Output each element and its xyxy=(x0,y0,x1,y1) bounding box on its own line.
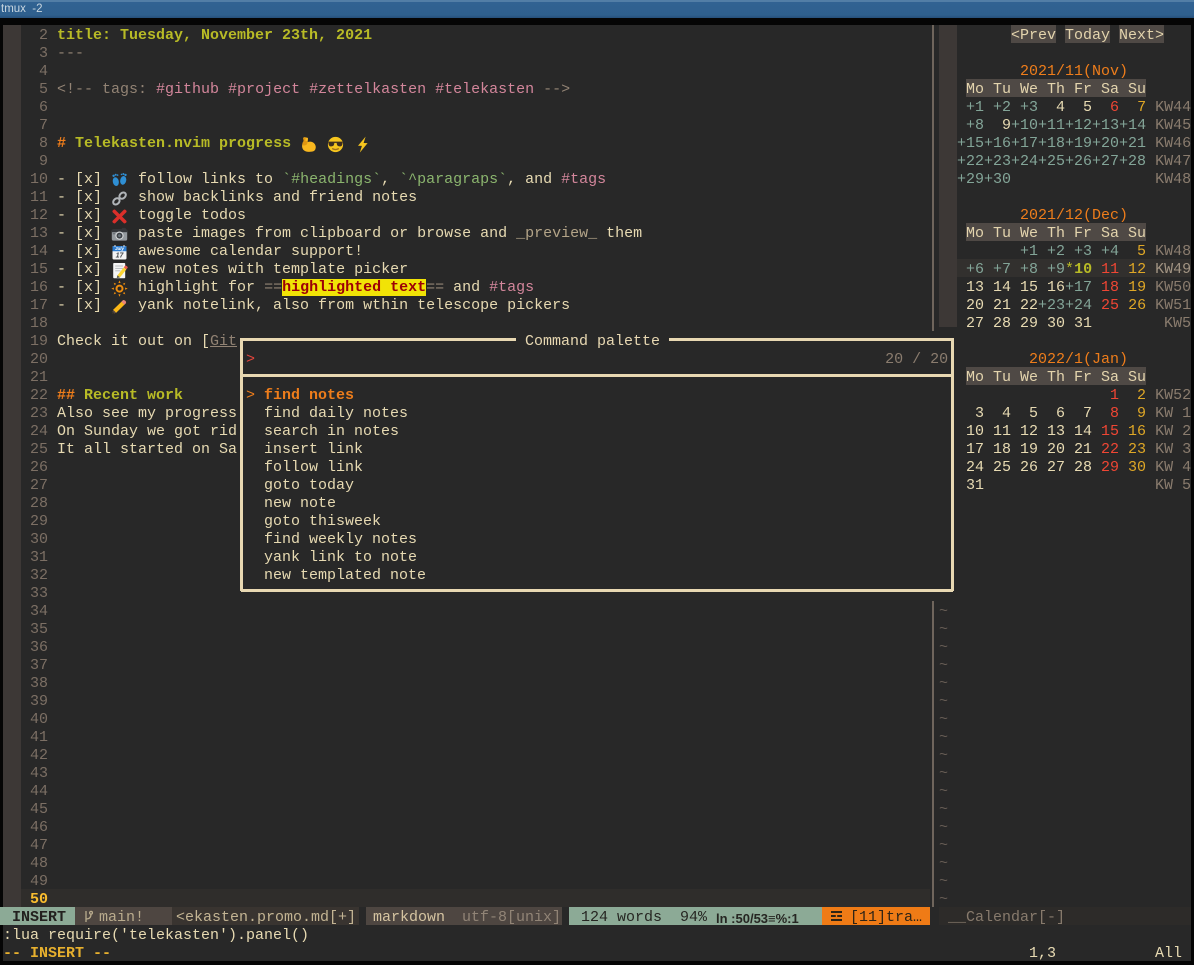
svg-text:17: 17 xyxy=(116,253,125,260)
svg-text:July: July xyxy=(115,246,125,251)
